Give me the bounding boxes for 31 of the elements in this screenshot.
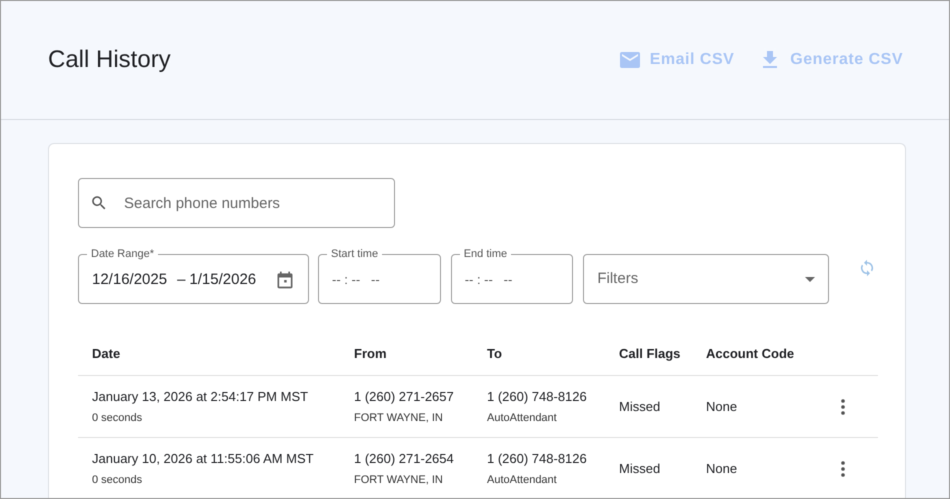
- column-header: To: [487, 346, 502, 361]
- table-cell: None: [706, 398, 738, 414]
- table-cell-text: 1 (260) 748-8126: [487, 450, 588, 468]
- end-time-field[interactable]: End time -- : -- --: [450, 247, 574, 304]
- more-options-button[interactable]: [838, 396, 848, 416]
- page-title: Call History: [48, 46, 171, 74]
- more-options-button[interactable]: [838, 458, 848, 478]
- column-header: Date: [92, 346, 120, 361]
- table-cell-text: 1 (260) 748-8126: [487, 388, 588, 406]
- column-header: Call Flags: [619, 346, 680, 361]
- date-range-field[interactable]: Date Range* 12/16/2025 – 1/15/2026: [78, 247, 310, 304]
- filters-dropdown[interactable]: Filters: [583, 254, 829, 304]
- column-header: From: [354, 346, 386, 361]
- calendar-icon: [275, 270, 296, 290]
- table-cell-text: January 13, 2026 at 2:54:17 PM MST: [92, 388, 310, 406]
- table-cell: None: [706, 460, 738, 476]
- table-cell-text: 0 seconds: [92, 472, 144, 488]
- table-cell-text: FORT WAYNE, IN: [354, 472, 444, 488]
- caret-icon: [805, 276, 815, 282]
- table-cell: Missed: [619, 398, 660, 414]
- table-cell-text: AutoAttendant: [487, 472, 558, 488]
- table-cell-text: AutoAttendant: [487, 410, 558, 426]
- table-cell-text: 1 (260) 271-2657: [354, 388, 455, 406]
- table-cell-text: January 10, 2026 at 11:55:06 AM MST: [92, 450, 315, 468]
- table-cell-text: FORT WAYNE, IN: [354, 410, 444, 426]
- table-cell-text: 1 (260) 271-2654: [354, 450, 455, 468]
- table-cell-text: 0 seconds: [92, 410, 144, 426]
- start-time-field[interactable]: Start time -- : -- --: [318, 247, 441, 304]
- search-field[interactable]: Search phone numbers: [78, 178, 395, 228]
- column-header: Account Code: [706, 346, 794, 361]
- table-cell: Missed: [619, 460, 660, 476]
